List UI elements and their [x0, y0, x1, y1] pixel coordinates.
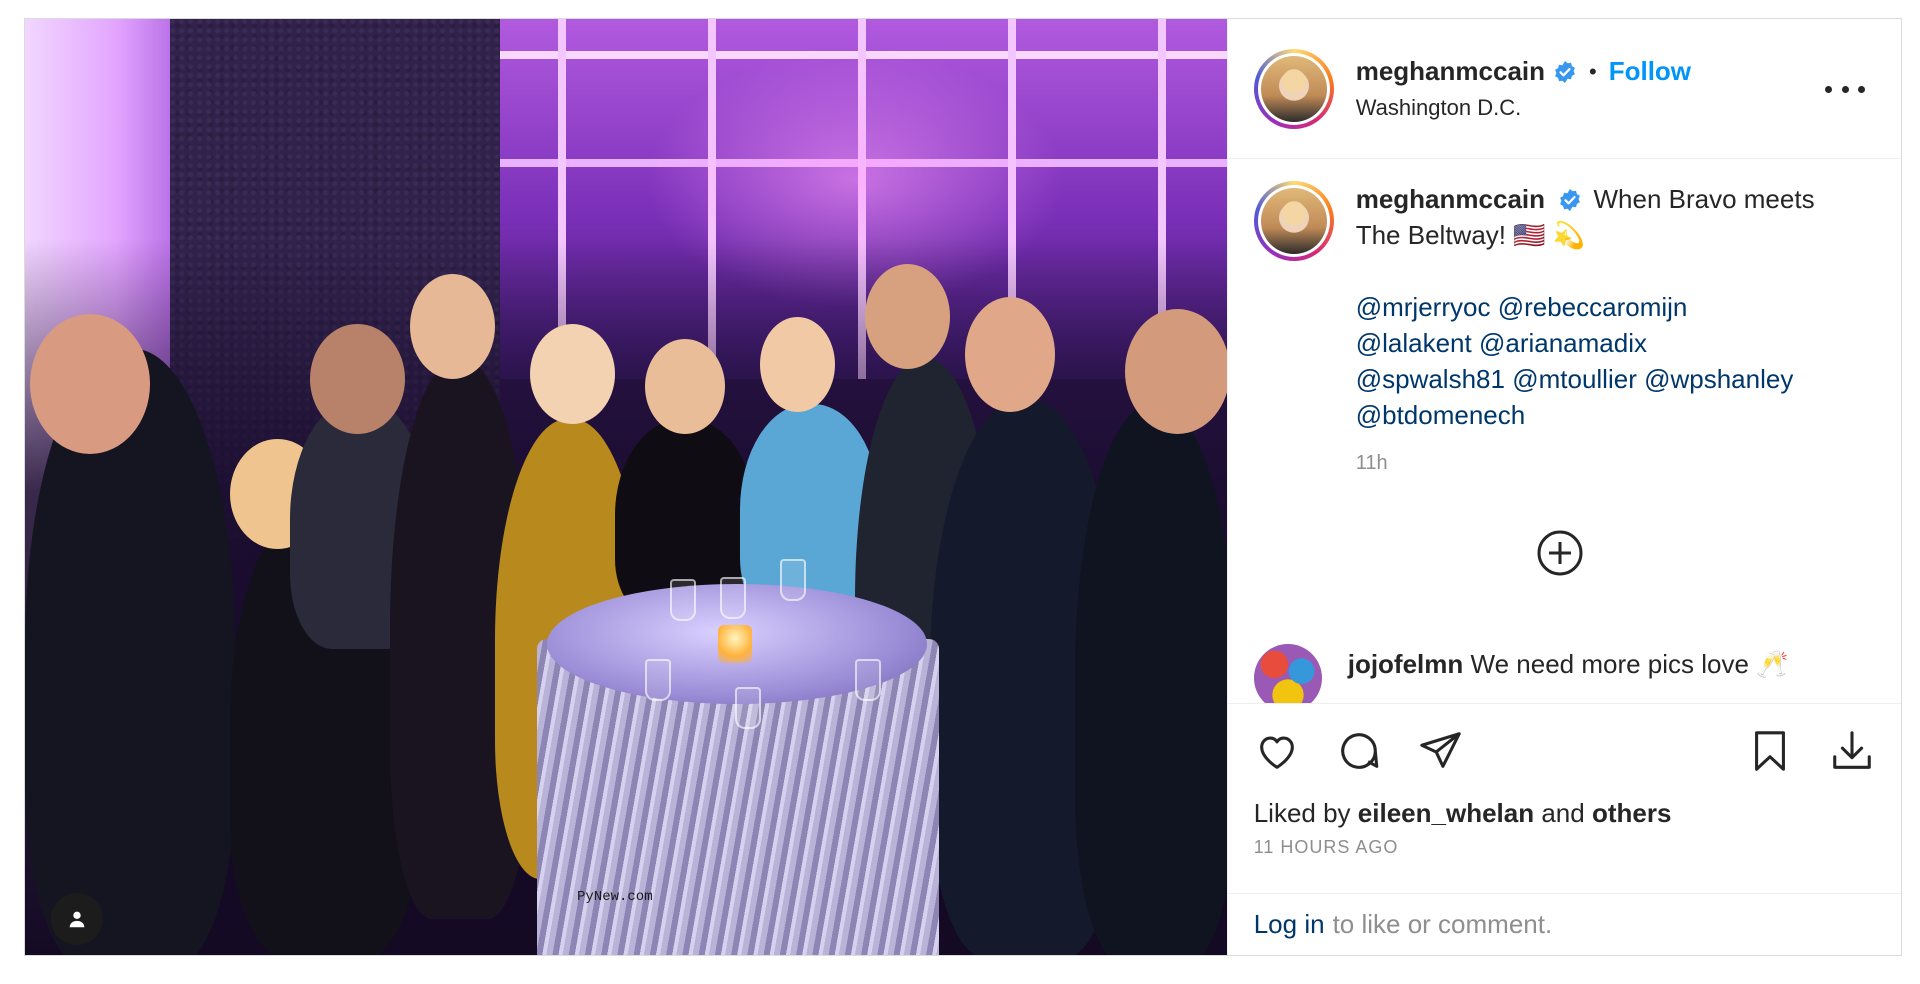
- verified-badge-icon: [1560, 189, 1581, 211]
- avatar[interactable]: [1253, 48, 1334, 129]
- mention-link[interactable]: @lalakent: [1356, 328, 1472, 358]
- caption-time[interactable]: 11h: [1356, 445, 1846, 481]
- mention-link[interactable]: @rebeccaromijn: [1498, 292, 1688, 322]
- location-link[interactable]: Washington D.C.: [1356, 95, 1691, 121]
- likes-joiner: and: [1541, 798, 1585, 828]
- mention-link[interactable]: @btdomenech: [1356, 400, 1526, 430]
- post-photo[interactable]: PyNew.com: [25, 19, 1227, 955]
- share-icon[interactable]: [1418, 728, 1464, 774]
- liked-by-user-link[interactable]: eileen_whelan: [1358, 798, 1534, 828]
- likes-prefix: Liked by: [1253, 798, 1351, 828]
- comment-text: We need more pics love 🥂: [1470, 649, 1789, 679]
- instagram-post: PyNew.com meghanmccain • Follow Washingt…: [24, 18, 1902, 956]
- comment-avatar[interactable]: [1253, 644, 1322, 703]
- mention-link[interactable]: @mtoullier: [1512, 364, 1637, 394]
- caption: meghanmccain When Bravo meets The Beltwa…: [1253, 181, 1875, 481]
- mentions: @mrjerryoc @rebeccaromijn @lalakent @ari…: [1356, 289, 1846, 433]
- liked-by-others-link[interactable]: others: [1592, 798, 1671, 828]
- watermark: PyNew.com: [577, 889, 653, 905]
- post-side-panel: meghanmccain • Follow Washington D.C. me…: [1226, 19, 1901, 955]
- post-header: meghanmccain • Follow Washington D.C.: [1227, 19, 1901, 159]
- comment-item: jojofelmn We need more pics love 🥂: [1253, 644, 1789, 703]
- login-link[interactable]: Log in: [1254, 909, 1325, 940]
- comment-username[interactable]: jojofelmn: [1348, 649, 1464, 679]
- mention-link[interactable]: @arianamadix: [1479, 328, 1647, 358]
- separator-dot: •: [1589, 58, 1597, 84]
- verified-badge-icon: [1555, 60, 1575, 83]
- heart-icon[interactable]: [1254, 728, 1300, 774]
- caption-username[interactable]: meghanmccain: [1356, 184, 1545, 214]
- download-icon[interactable]: [1829, 728, 1875, 774]
- follow-button[interactable]: Follow: [1609, 56, 1691, 87]
- more-options-icon[interactable]: [1825, 77, 1865, 101]
- mention-link[interactable]: @spwalsh81: [1356, 364, 1505, 394]
- user-icon: [69, 911, 85, 928]
- mention-link[interactable]: @mrjerryoc: [1356, 292, 1491, 322]
- comments-section[interactable]: meghanmccain When Bravo meets The Beltwa…: [1228, 159, 1901, 703]
- load-more-comments-icon[interactable]: [1536, 529, 1584, 577]
- login-prompt: Log in to like or comment.: [1227, 893, 1901, 955]
- login-prompt-text: to like or comment.: [1332, 909, 1553, 939]
- mention-link[interactable]: @wpshanley: [1644, 364, 1793, 394]
- likes-summary: Liked by eileen_whelan and others: [1228, 798, 1901, 829]
- bookmark-icon[interactable]: [1747, 728, 1793, 774]
- action-bar: [1227, 703, 1901, 798]
- header-username[interactable]: meghanmccain: [1356, 56, 1545, 87]
- post-timestamp[interactable]: 11 HOURS AGO: [1228, 837, 1901, 893]
- tagged-users-button[interactable]: [51, 893, 103, 945]
- caption-avatar[interactable]: [1253, 181, 1334, 261]
- comment-icon[interactable]: [1336, 728, 1382, 774]
